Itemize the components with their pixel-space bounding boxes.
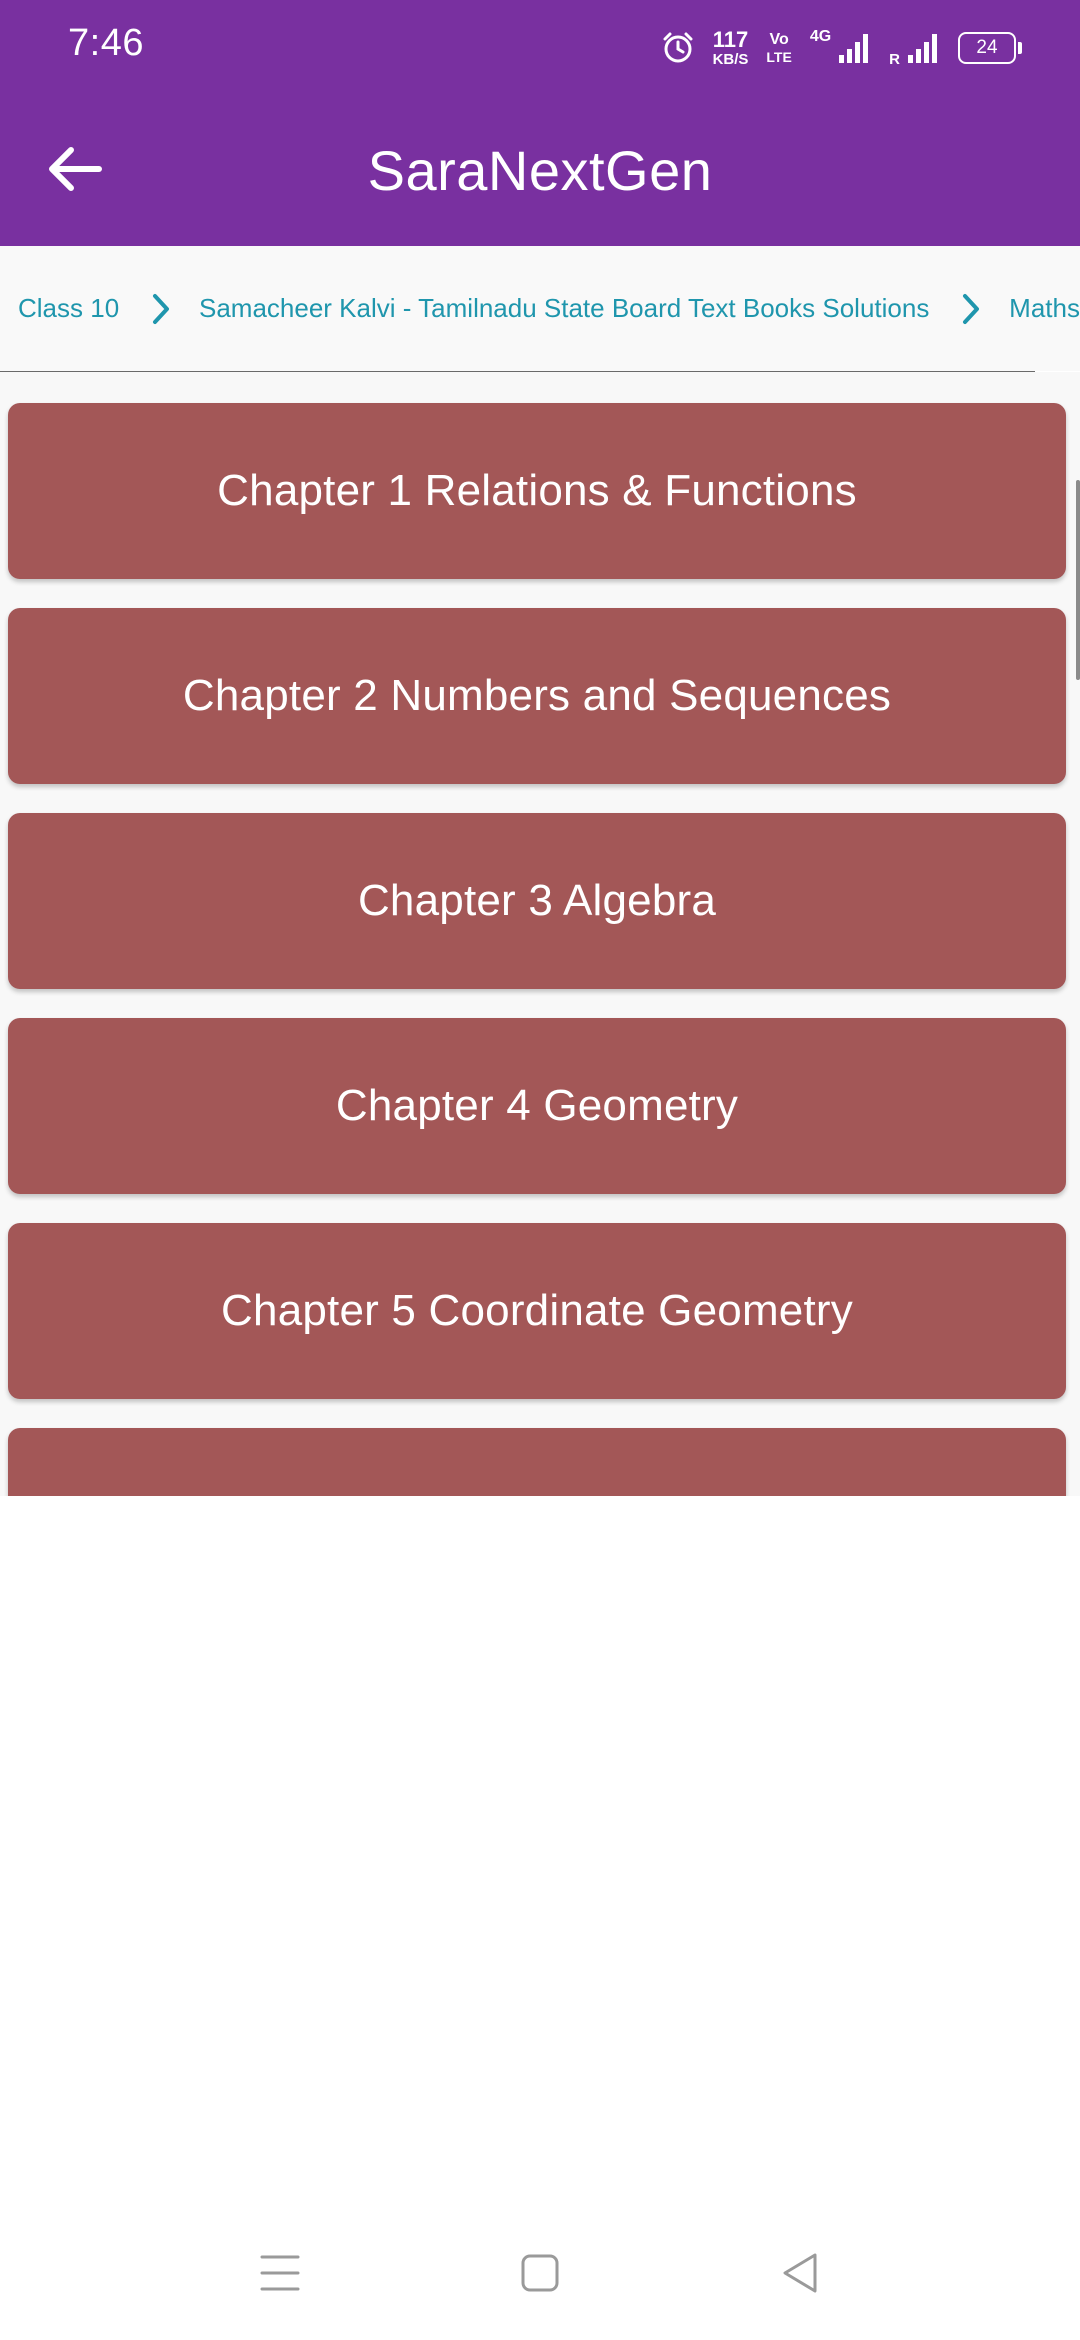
breadcrumb: Class 10 Samacheer Kalvi - Tamilnadu Sta… <box>0 246 1080 371</box>
chapter-label: Chapter 2 Numbers and Sequences <box>182 671 892 720</box>
home-button[interactable] <box>460 2210 620 2340</box>
chapter-label: Chapter 1 Relations & Functions <box>217 466 857 515</box>
status-bar: 7:46 117 KB/S Vo LTE 4G R 24 <box>0 0 1080 96</box>
alarm-icon <box>661 31 695 65</box>
breadcrumb-item-board[interactable]: Samacheer Kalvi - Tamilnadu State Board … <box>199 293 929 324</box>
net-speed-value: 117 <box>712 27 749 52</box>
chapter-card-4[interactable]: Chapter 4 Geometry <box>8 1018 1066 1194</box>
volte-bottom: LTE <box>766 49 792 65</box>
chapter-label: Chapter 4 Geometry <box>335 1081 739 1130</box>
volte-badge: Vo LTE <box>766 31 792 65</box>
battery-icon: 24 <box>958 32 1022 64</box>
menu-icon <box>258 2253 302 2298</box>
chevron-right-icon <box>949 292 993 326</box>
net-speed: 117 KB/S <box>712 27 749 68</box>
chapter-card-6[interactable] <box>8 1428 1066 1496</box>
chapter-list: Chapter 1 Relations & Functions Chapter … <box>0 372 1080 1496</box>
status-time: 7:46 <box>68 22 144 64</box>
app-bar: SaraNextGen <box>0 96 1080 246</box>
network-type: 4G <box>809 28 832 45</box>
chapter-label: Chapter 5 Coordinate Geometry <box>221 1286 853 1335</box>
scrollbar-thumb[interactable] <box>1076 480 1080 680</box>
breadcrumb-item-subject[interactable]: Maths <box>1009 293 1080 324</box>
signal-icon-sim2 <box>906 31 940 65</box>
roaming-indicator: R <box>889 51 900 68</box>
chapter-label: Chapter 3 Algebra <box>357 876 717 925</box>
home-icon <box>520 2253 560 2298</box>
back-icon <box>780 2251 820 2300</box>
page-title: SaraNextGen <box>367 139 713 202</box>
chapter-card-3[interactable]: Chapter 3 Algebra <box>8 813 1066 989</box>
status-icons: 117 KB/S Vo LTE 4G R 24 <box>661 26 1022 70</box>
chapter-card-1[interactable]: Chapter 1 Relations & Functions <box>8 403 1066 579</box>
signal-icon <box>837 31 871 65</box>
chevron-right-icon <box>139 292 183 326</box>
net-speed-unit: KB/S <box>712 51 749 68</box>
breadcrumb-item-class[interactable]: Class 10 <box>18 293 119 324</box>
chapter-card-5[interactable]: Chapter 5 Coordinate Geometry <box>8 1223 1066 1399</box>
recent-apps-button[interactable] <box>200 2210 360 2340</box>
navigation-bar <box>0 2210 1080 2340</box>
volte-top: Vo <box>769 31 789 48</box>
system-back-button[interactable] <box>720 2210 880 2340</box>
chapter-card-2[interactable]: Chapter 2 Numbers and Sequences <box>8 608 1066 784</box>
battery-level: 24 <box>976 37 998 58</box>
